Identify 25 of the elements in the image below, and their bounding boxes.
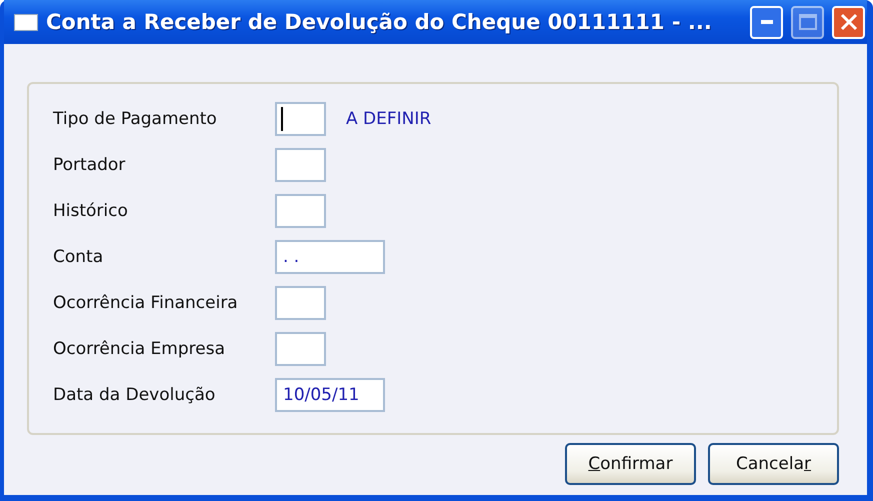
field-label: Tipo de Pagamento <box>53 109 218 129</box>
field-label: Ocorrência Financeira <box>53 293 239 313</box>
confirm-button[interactable]: Confirmar <box>565 443 696 485</box>
field-label: Histórico <box>53 201 129 221</box>
input-field[interactable] <box>275 194 326 228</box>
maximize-icon <box>798 14 816 30</box>
field-label: Conta <box>53 247 104 267</box>
field-label: Ocorrência Empresa <box>53 339 226 359</box>
input-field[interactable] <box>275 102 326 136</box>
window-title: Conta a Receber de Devolução do Cheque 00111111 - ... <box>46 10 713 34</box>
input-field[interactable] <box>275 332 326 366</box>
minimize-icon <box>760 20 772 24</box>
input-field[interactable] <box>275 286 326 320</box>
close-icon <box>840 13 858 31</box>
input-field[interactable]: . . <box>275 240 385 274</box>
close-button[interactable] <box>832 6 865 38</box>
maximize-button[interactable] <box>791 6 824 38</box>
input-field[interactable] <box>275 148 326 182</box>
field-label: Portador <box>53 155 126 175</box>
field-label: Data da Devolução <box>53 385 216 405</box>
minimize-button[interactable] <box>750 6 783 38</box>
field-note: A DEFINIR <box>346 109 432 129</box>
window-icon <box>14 14 38 30</box>
cancel-button[interactable]: Cancelar <box>708 443 839 485</box>
input-field[interactable]: 10/05/11 <box>275 378 385 412</box>
